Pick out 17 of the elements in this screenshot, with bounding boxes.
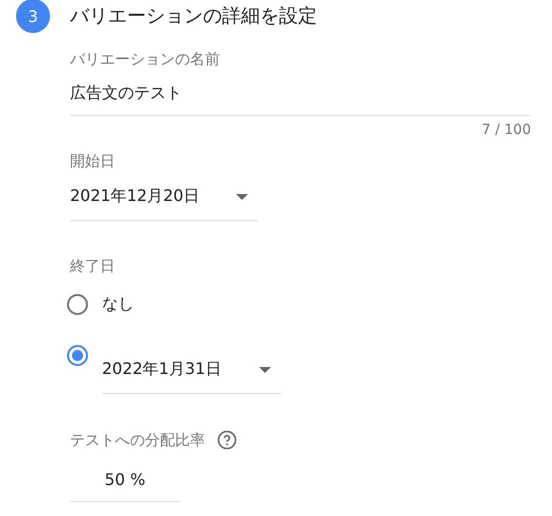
section-title: バリエーションの詳細を設定: [70, 4, 317, 29]
field-label: 終了日: [70, 257, 115, 276]
radio-button[interactable]: [67, 294, 88, 315]
field-label: テストへの分配比率: [70, 430, 205, 450]
step-number-badge: 3: [16, 0, 50, 33]
caret-icon: [236, 194, 248, 200]
name-input-field[interactable]: 広告文のテスト: [70, 69, 531, 116]
radio-label: なし: [102, 294, 134, 315]
field-label: 開始日: [70, 152, 115, 171]
date-dropdown[interactable]: 2021年12月20日: [70, 171, 258, 221]
percent-input-field[interactable]: 50 %: [70, 450, 180, 502]
field-label: バリエーションの名前: [70, 50, 220, 69]
date-dropdown[interactable]: 2022年1月31日: [102, 345, 281, 394]
character-counter: 7 / 100: [482, 122, 531, 138]
help-icon[interactable]: [217, 430, 237, 450]
caret-icon: [259, 366, 271, 372]
radio-button[interactable]: [67, 345, 88, 366]
